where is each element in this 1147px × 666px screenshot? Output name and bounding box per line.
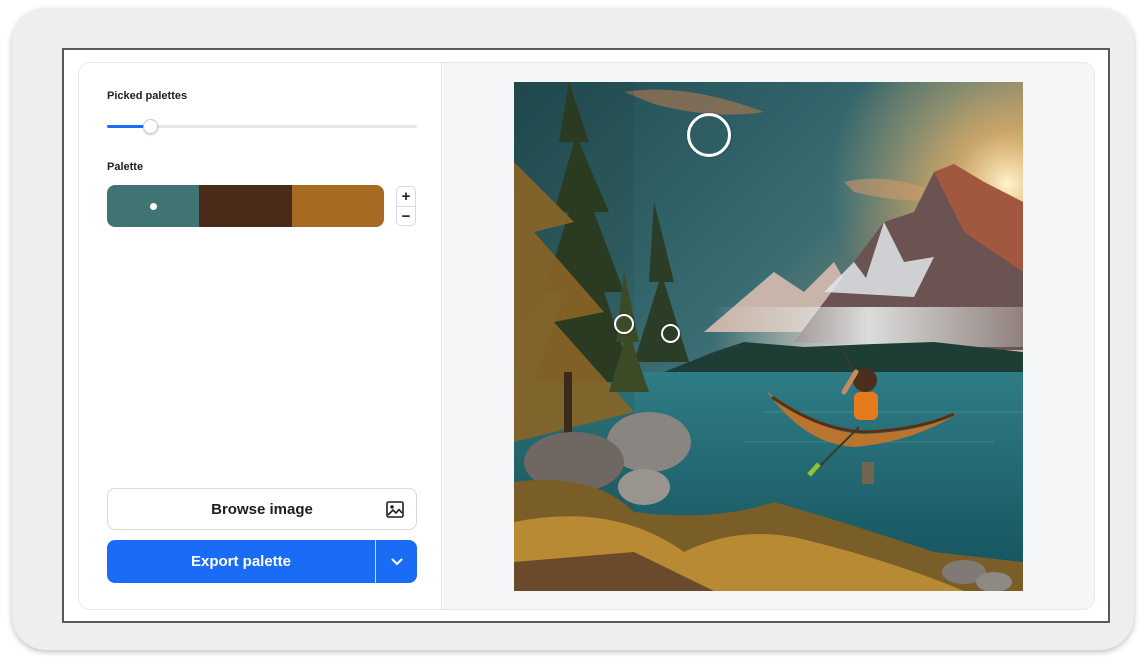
source-image[interactable]: [514, 82, 1023, 591]
sidebar: Picked palettes Palette + − Browse image: [79, 63, 442, 609]
picker-ring-icon[interactable]: [687, 113, 731, 157]
palette-swatch[interactable]: [199, 185, 292, 227]
picked-palettes-label: Picked palettes: [107, 90, 188, 102]
device-frame: Picked palettes Palette + − Browse image: [12, 8, 1134, 650]
picker-ring-icon[interactable]: [661, 324, 680, 343]
browse-image-label: Browse image: [211, 500, 313, 518]
add-color-button[interactable]: +: [397, 187, 415, 206]
picked-palettes-slider[interactable]: [107, 119, 417, 135]
palette-generator-card: Picked palettes Palette + − Browse image: [78, 62, 1095, 610]
palette-size-stepper[interactable]: + −: [396, 186, 416, 226]
slider-thumb[interactable]: [143, 119, 158, 134]
palette-label: Palette: [107, 161, 144, 173]
picker-ring-icon[interactable]: [614, 314, 634, 334]
browse-image-button[interactable]: Browse image: [107, 488, 417, 530]
palette-swatch[interactable]: [291, 185, 384, 227]
image-icon: [386, 501, 404, 518]
selected-indicator-icon: [150, 203, 158, 210]
chevron-down-icon: [391, 553, 403, 571]
app-window: Picked palettes Palette + − Browse image: [62, 48, 1110, 623]
landscape-illustration: [514, 82, 1023, 591]
palette-swatch[interactable]: [107, 185, 200, 227]
remove-color-button[interactable]: −: [397, 206, 415, 225]
export-options-dropdown[interactable]: [376, 540, 417, 583]
image-preview-pane: [443, 63, 1094, 609]
export-palette-button-group: Export palette: [107, 540, 417, 583]
palette-swatches: [107, 185, 384, 227]
export-palette-button[interactable]: Export palette: [107, 540, 375, 583]
